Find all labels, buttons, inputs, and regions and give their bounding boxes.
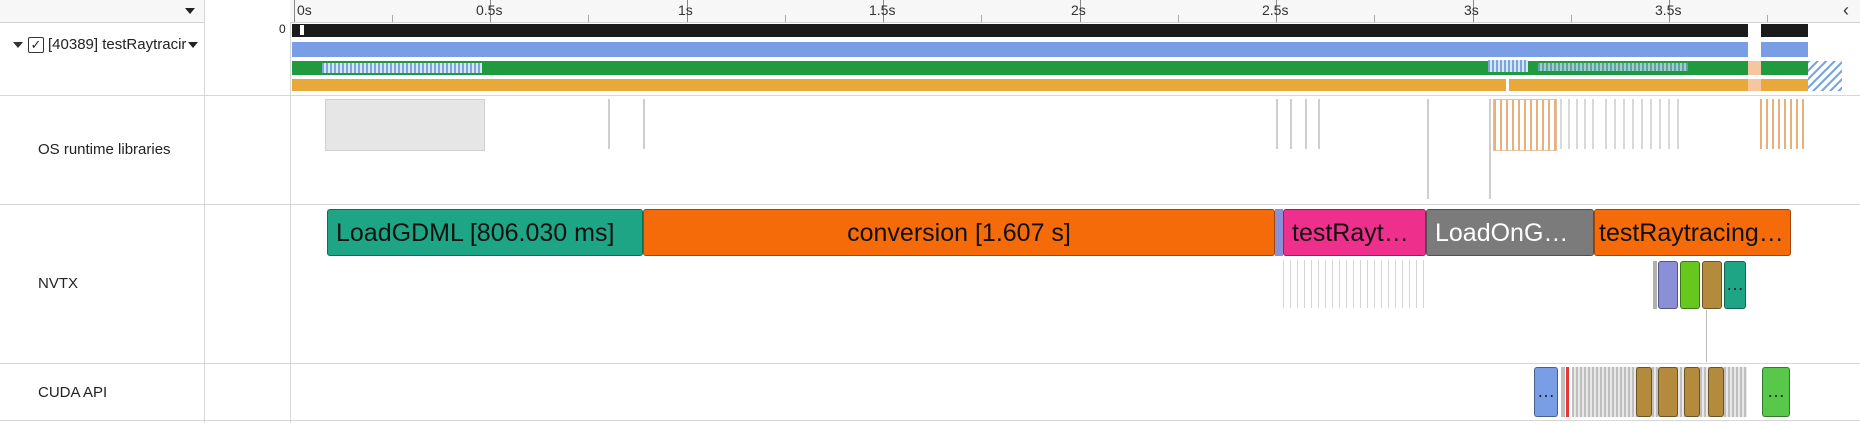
os-call[interactable] (1290, 99, 1292, 149)
minor-tick (1374, 15, 1375, 22)
cuda-call-grey-thin[interactable] (1561, 367, 1565, 417)
label-column-divider (204, 0, 205, 423)
minor-tick (1571, 15, 1572, 22)
blue-track[interactable] (292, 42, 1808, 57)
green-hatch-1 (322, 63, 482, 73)
cuda-call-brown-1[interactable] (1636, 367, 1652, 417)
tick-label-7: 3.5s (1655, 2, 1682, 18)
os-call[interactable] (1489, 99, 1491, 199)
orange-gap-1 (1506, 79, 1509, 91)
orange-gap-2 (1748, 79, 1761, 91)
cuda-call-brown-3[interactable] (1684, 367, 1700, 417)
cuda-call-brown-2[interactable] (1658, 367, 1678, 417)
minor-tick (1767, 15, 1768, 22)
tick-label-5: 2.5s (1262, 2, 1289, 18)
nvtx-small-brown[interactable] (1702, 261, 1722, 309)
nvtx-small-purple[interactable] (1658, 261, 1678, 309)
process-expand-icon[interactable] (13, 42, 23, 48)
cuda-call-red[interactable] (1566, 367, 1569, 417)
green-track-gap (1748, 61, 1761, 75)
tick-label-0: 0s (297, 2, 312, 18)
marker-white (300, 25, 304, 35)
row-divider-3 (0, 363, 1860, 364)
blue-track-gap (1748, 42, 1761, 57)
os-cluster-3[interactable] (1605, 99, 1685, 149)
nvtx-small-grey[interactable] (1653, 261, 1657, 309)
minor-tick (1178, 15, 1179, 22)
nvtx-range-conversion[interactable]: conversion [1.607 s] (643, 209, 1275, 256)
row-label-os-runtime: OS runtime libraries (38, 141, 171, 158)
tick-label-1: 0.5s (476, 2, 503, 18)
tick-label-4: 2s (1071, 2, 1086, 18)
row-divider-2 (0, 204, 1860, 205)
nvtx-range-loadongp[interactable]: LoadOnGP… (1426, 209, 1594, 256)
marker-line (1706, 310, 1707, 362)
tick-label-2: 1s (678, 2, 693, 18)
hatched-end (1808, 61, 1842, 91)
minor-tick (785, 15, 786, 22)
process-dropdown-icon[interactable] (188, 42, 198, 48)
os-call[interactable] (1276, 99, 1278, 149)
row-label-nvtx: NVTX (38, 275, 79, 292)
os-cluster-1[interactable] (1493, 99, 1557, 151)
cuda-call-blue[interactable]: … (1534, 367, 1558, 417)
minor-tick (392, 15, 393, 22)
left-header (0, 0, 204, 23)
cuda-call-brown-4[interactable] (1708, 367, 1724, 417)
os-call[interactable] (1427, 99, 1429, 199)
os-cluster-4[interactable] (1760, 99, 1808, 149)
tick-0 (294, 0, 295, 22)
menu-dropdown-icon[interactable] (185, 8, 195, 14)
nvtx-range-small[interactable] (1275, 209, 1283, 256)
row-divider-1 (0, 95, 1860, 96)
row-label-cuda-api: CUDA API (38, 384, 108, 401)
green-hatch-3 (1538, 63, 1688, 71)
minor-tick (981, 15, 982, 22)
nvtx-small-green[interactable] (1680, 261, 1700, 309)
nvtx-small-teal[interactable]: … (1724, 261, 1746, 309)
nvtx-range-testraytracing[interactable]: testRaytracing… (1594, 209, 1791, 256)
nvtx-range-testraytr[interactable]: testRaytr… (1283, 209, 1426, 256)
os-call[interactable] (1305, 99, 1307, 149)
row-divider-4 (0, 420, 1860, 421)
process-label: [40389] testRaytracir (48, 36, 187, 53)
green-hatch-2 (1488, 60, 1528, 72)
os-call[interactable] (643, 99, 645, 149)
os-cluster-2[interactable] (1560, 99, 1600, 149)
process-checkbox[interactable]: ✓ (28, 37, 44, 53)
orange-track[interactable] (292, 79, 1808, 91)
ruler-scroll-icon[interactable]: ‹ (1843, 0, 1849, 21)
cpu-black-gap (1748, 24, 1761, 37)
os-call[interactable] (608, 99, 610, 149)
timeline-start-divider (290, 0, 291, 423)
nvtx-thin-cluster (1283, 260, 1426, 308)
tick-label-6: 3s (1464, 2, 1479, 18)
minor-tick (588, 15, 589, 22)
cuda-call-green[interactable]: … (1762, 367, 1790, 417)
os-call[interactable] (1318, 99, 1320, 149)
counter-zero-label: 0 (279, 22, 286, 36)
nvtx-range-loadgdml[interactable]: LoadGDML [806.030 ms] (327, 209, 643, 256)
tick-label-3: 1.5s (869, 2, 896, 18)
cpu-black-track[interactable] (292, 24, 1808, 37)
os-runtime-block[interactable] (325, 99, 485, 151)
